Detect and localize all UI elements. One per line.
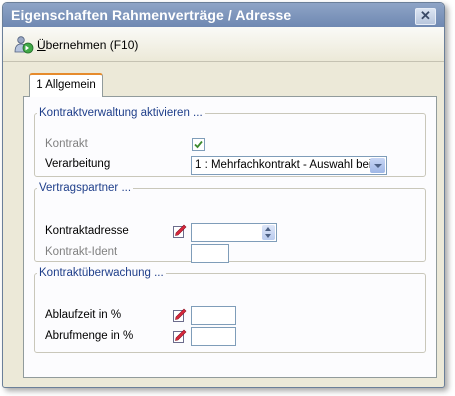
kontrakt-ident-input[interactable] [191,244,229,263]
kontraktueberwachung-group: Kontraktüberwachung ... Ablaufzeit in % … [34,267,426,353]
checkmark-icon [194,140,203,149]
kontraktverwaltung-legend: Kontraktverwaltung aktivieren ... [39,107,203,119]
vertragspartner-group: Vertragspartner ... Kontraktadresse Kont… [34,182,426,263]
spinner-icon[interactable] [262,225,275,240]
apply-button[interactable]: Übernehmen (F10) [13,35,138,55]
kontraktadresse-input[interactable] [191,223,277,242]
chevron-down-icon[interactable] [370,158,385,173]
window-title: Eigenschaften Rahmenverträge / Adresse [11,7,292,23]
kontraktadresse-label: Kontraktadresse [45,225,129,237]
tab-allgemein[interactable]: 1 Allgemein [29,73,103,97]
apply-changes-icon [13,35,35,55]
toolbar: Übernehmen (F10) [3,27,444,62]
verarbeitung-value: 1 : Mehrfachkontrakt - Auswahl bei [195,159,372,171]
apply-button-label: Übernehmen (F10) [37,38,139,52]
edit-pencil-icon[interactable] [173,308,187,322]
tab-control: 1 Allgemein Kontraktverwaltung aktiviere… [23,71,441,381]
title-bar: Eigenschaften Rahmenverträge / Adresse ✕ [3,3,444,27]
close-button[interactable]: ✕ [415,8,436,25]
abrufmenge-input[interactable] [191,327,236,346]
edit-pencil-icon[interactable] [173,329,187,343]
kontraktverwaltung-group: Kontraktverwaltung aktivieren ... Kontra… [34,107,426,177]
vertragspartner-legend: Vertragspartner ... [39,182,132,194]
close-icon: ✕ [420,8,431,23]
tab-panel: Kontraktverwaltung aktivieren ... Kontra… [23,96,437,378]
ablaufzeit-input[interactable] [191,306,236,325]
ablaufzeit-label: Ablaufzeit in % [45,309,122,321]
kontrakt-label: Kontrakt [45,138,88,150]
kontraktueberwachung-legend: Kontraktüberwachung ... [39,267,164,279]
dialog-window: Eigenschaften Rahmenverträge / Adresse ✕… [2,2,445,388]
verarbeitung-label: Verarbeitung [45,158,111,170]
tab-label: 1 Allgemein [36,79,96,91]
edit-pencil-icon[interactable] [173,224,187,238]
abrufmenge-label: Abrufmenge in % [45,330,134,342]
verarbeitung-select[interactable]: 1 : Mehrfachkontrakt - Auswahl bei [191,156,387,175]
kontrakt-checkbox[interactable] [192,138,205,151]
kontrakt-ident-label: Kontrakt-Ident [45,246,118,258]
